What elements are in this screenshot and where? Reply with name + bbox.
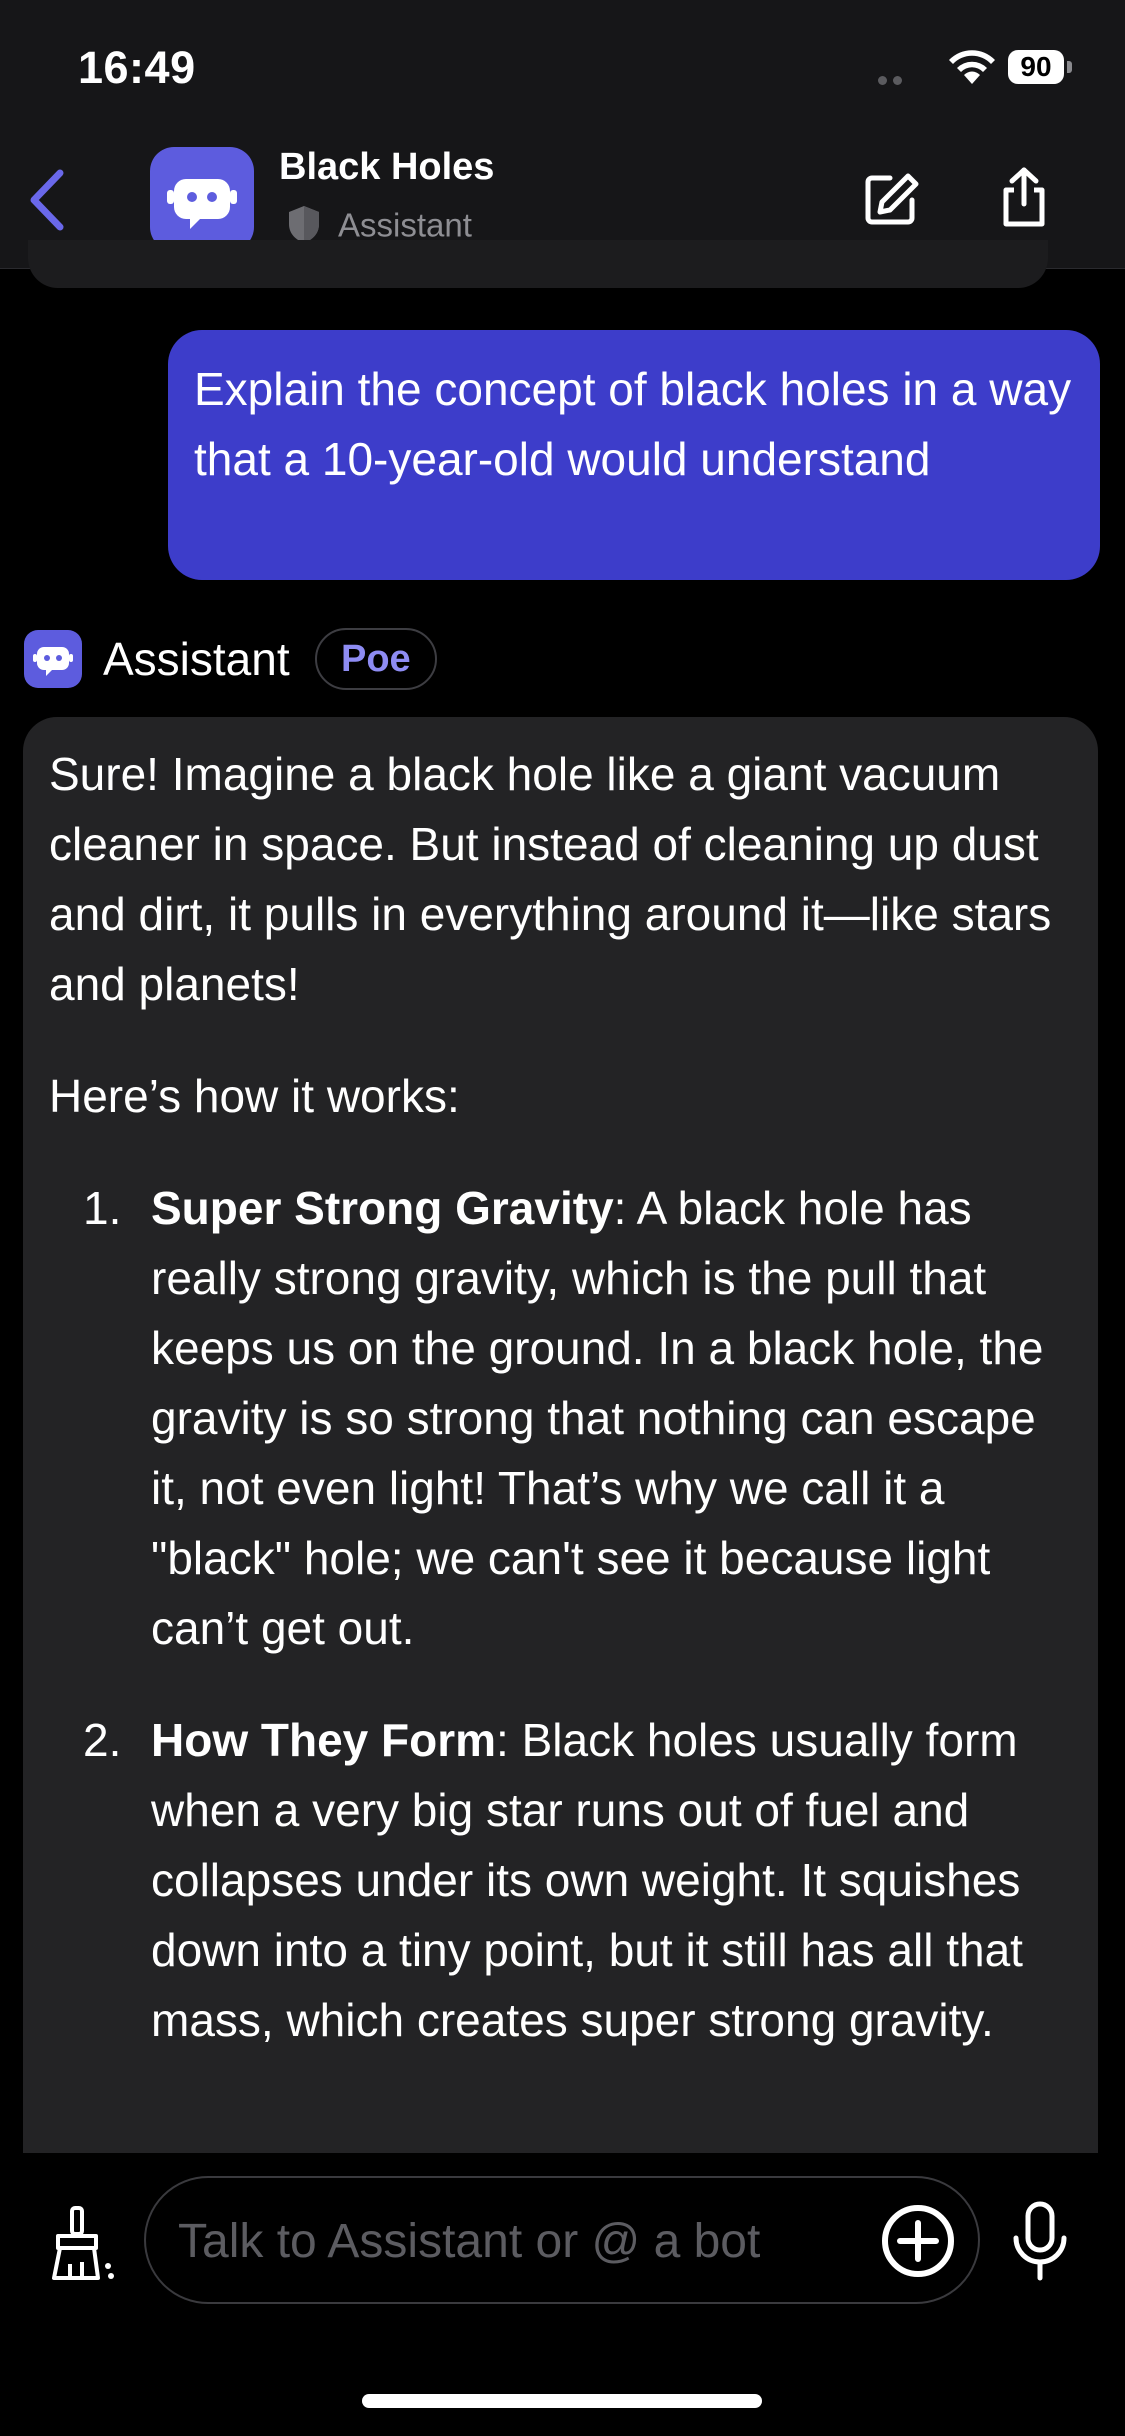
microphone-icon [1013,2201,1067,2281]
cellular-signal-icon [878,72,914,85]
bot-message-lead: Here’s how it works: [49,1070,460,1122]
chevron-left-icon [30,169,64,231]
list-item-heading: How They Form [151,1714,497,1766]
share-icon [1003,167,1045,227]
wifi-icon [945,48,999,88]
bot-icon[interactable] [24,630,82,688]
list-item-number: 2. [83,1714,122,1766]
battery-level: 90 [1008,50,1064,84]
broom-icon [52,2206,114,2280]
list-item-heading: Super Strong Gravity [151,1182,614,1234]
new-chat-button[interactable] [862,170,920,228]
attach-button[interactable] [880,2203,956,2279]
share-button[interactable] [998,166,1050,228]
bot-name[interactable]: Assistant [103,632,290,686]
poe-badge: Poe [315,628,437,690]
bot-message-bubble: Sure! Imagine a black hole like a giant … [23,717,1098,2157]
list-item: 1. Super Strong Gravity: A black hole has… [49,1173,1072,1663]
voice-input-button[interactable] [1010,2200,1070,2284]
list-item-number: 1. [83,1182,122,1234]
message-input[interactable] [176,2178,880,2304]
list-item-text: : A black hole has really strong gravity… [151,1182,1044,1654]
message-input-field[interactable] [144,2176,980,2304]
bot-message-intro: Sure! Imagine a black hole like a giant … [49,748,1052,1010]
chat-subtitle-text: Assistant [338,206,472,244]
bot-face-icon [167,179,237,229]
home-indicator[interactable] [362,2394,762,2408]
list-item: 2. How They Form: Black holes usually for… [49,1705,1072,2055]
back-button[interactable] [22,165,72,235]
battery-icon: 90 [1008,48,1072,88]
bot-face-icon [33,647,73,676]
bot-avatar[interactable] [150,147,254,251]
plus-circle-icon [882,2205,954,2277]
clear-context-button[interactable] [48,2204,118,2284]
status-time: 16:49 [78,42,196,93]
edit-icon [865,173,919,225]
previous-message-bubble [28,240,1048,288]
bot-message-list: 1. Super Strong Gravity: A black hole has… [49,1173,1072,2055]
user-message-bubble: Explain the concept of black holes in a … [168,330,1100,580]
chat-title: Black Holes [279,146,495,188]
